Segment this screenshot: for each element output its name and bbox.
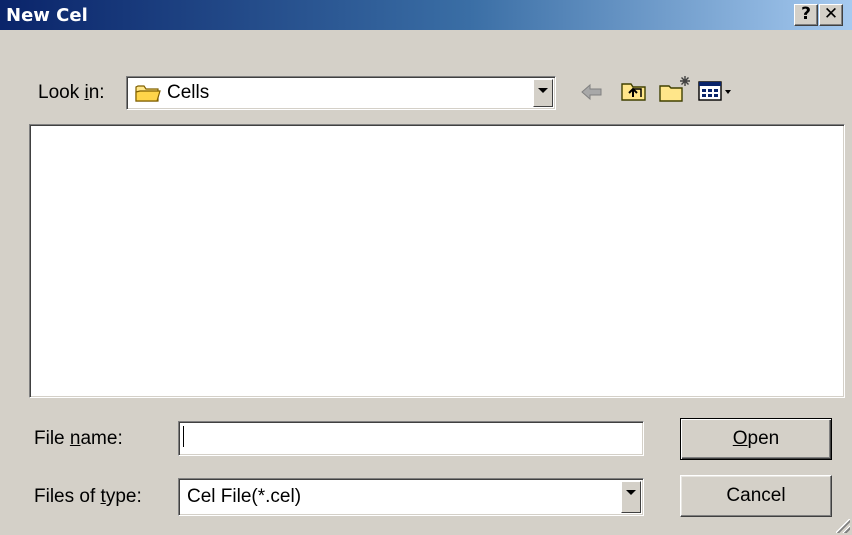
file-list-pane[interactable] [29,124,845,398]
resize-grip[interactable] [836,519,850,533]
open-button[interactable]: Open [680,418,832,460]
close-button[interactable]: ✕ [819,4,843,26]
file-name-input[interactable] [178,421,644,456]
file-name-label: File name: [34,428,123,449]
help-button[interactable]: ? [794,4,818,26]
folder-icon [135,83,161,109]
look-in-label: Look in: [38,82,105,103]
cancel-button[interactable]: Cancel [680,475,832,517]
title-bar: New Cel ? ✕ [0,0,852,30]
file-type-label: Files of type: [34,486,142,507]
look-in-combo[interactable]: Cells [126,76,556,110]
file-type-value: Cel File(*.cel) [187,486,302,507]
look-in-dropdown-arrow[interactable] [533,79,553,107]
window-title: New Cel [6,5,88,26]
look-in-value: Cells [167,82,210,103]
up-folder-icon[interactable] [620,78,648,110]
file-type-dropdown-arrow[interactable] [621,481,641,513]
view-menu-icon[interactable] [698,80,734,108]
back-arrow-icon[interactable] [580,82,604,108]
new-folder-icon[interactable] [658,74,692,110]
text-caret [183,426,184,447]
file-type-combo[interactable]: Cel File(*.cel) [178,478,644,516]
